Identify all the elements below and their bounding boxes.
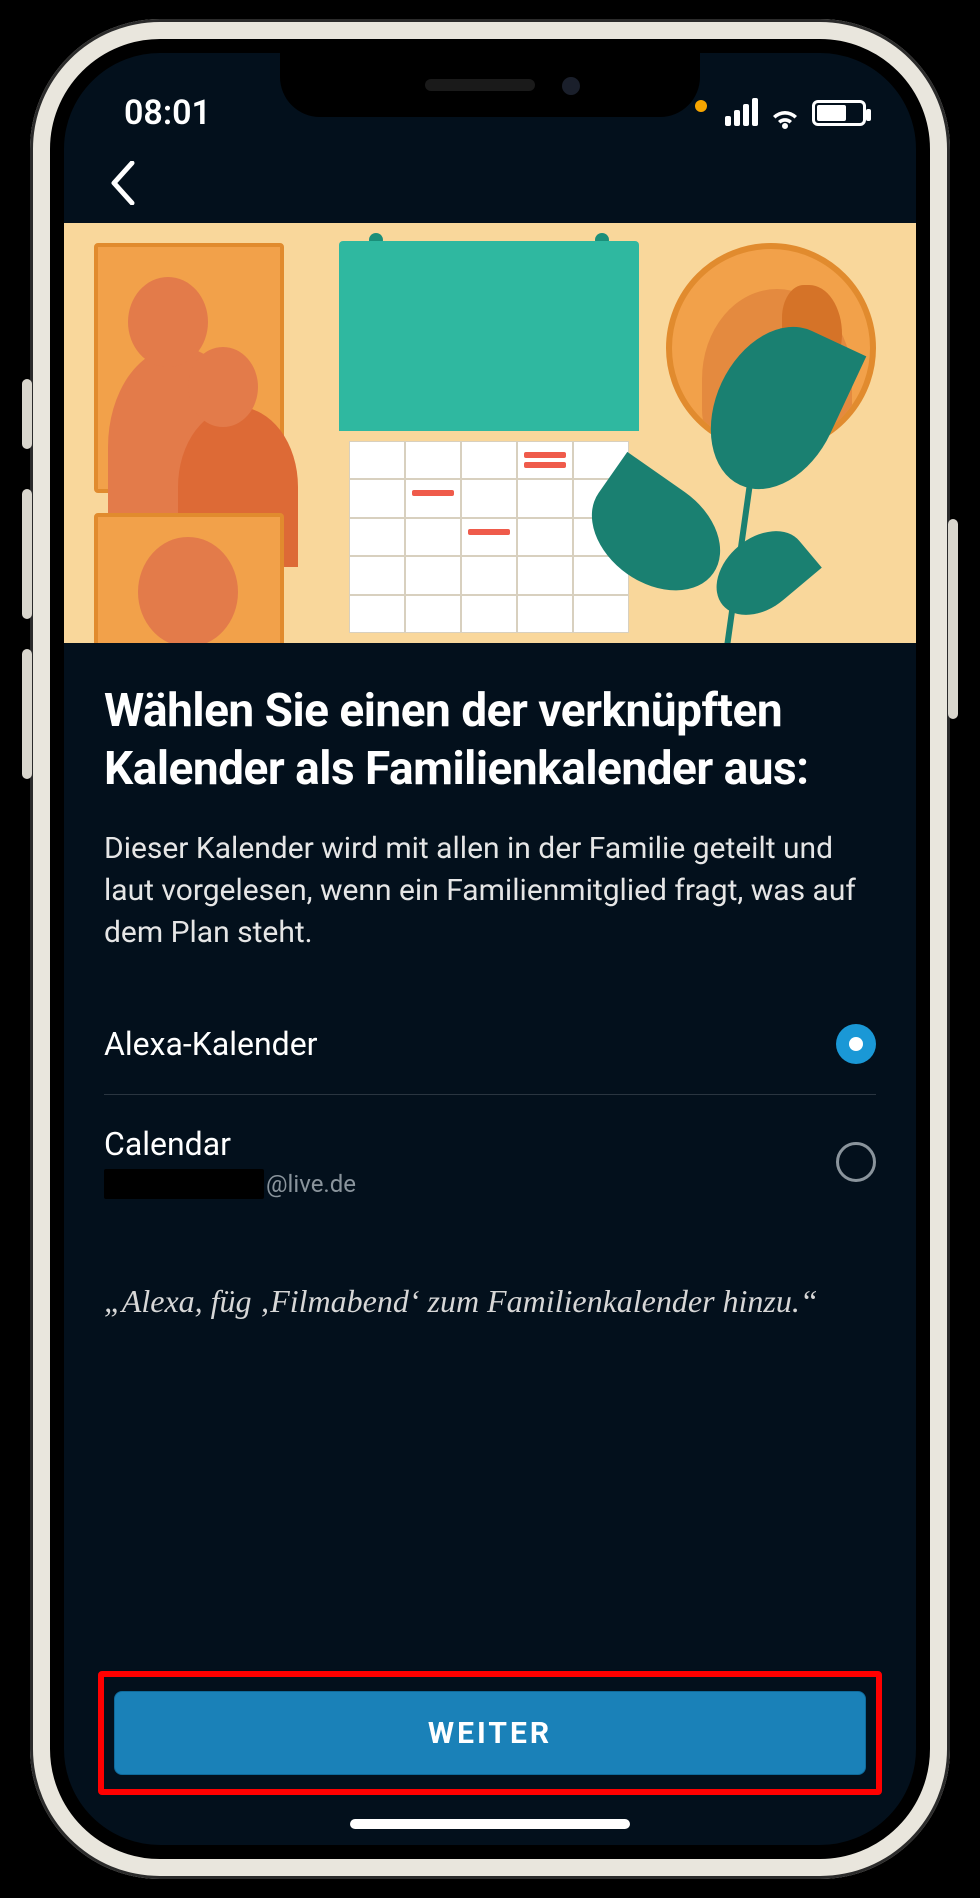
option-alexa-kalender[interactable]: Alexa-Kalender bbox=[104, 994, 876, 1094]
page-title: Wählen Sie einen der verknüpften Kalende… bbox=[104, 683, 876, 798]
power-button bbox=[948, 519, 958, 719]
voice-hint: „Alexa, füg ‚Filmabend‘ zum Familienkale… bbox=[104, 1279, 876, 1324]
nav-bar bbox=[64, 143, 916, 223]
home-indicator[interactable] bbox=[350, 1819, 630, 1829]
radio-selected-icon bbox=[836, 1024, 876, 1064]
redacted-email-user bbox=[104, 1169, 264, 1199]
page-description: Dieser Kalender wird mit allen in der Fa… bbox=[104, 828, 876, 954]
content-area: Wählen Sie einen der verknüpften Kalende… bbox=[64, 643, 916, 1324]
chevron-left-icon bbox=[110, 161, 136, 205]
radio-unselected-icon bbox=[836, 1142, 876, 1182]
device-notch bbox=[280, 53, 700, 117]
volume-up-button bbox=[22, 489, 32, 619]
cellular-signal-icon bbox=[725, 100, 758, 126]
option-label: Alexa-Kalender bbox=[104, 1025, 318, 1063]
tutorial-highlight: WEITER bbox=[98, 1671, 882, 1795]
calendar-options: Alexa-Kalender Calendar @live.de bbox=[104, 994, 876, 1229]
mute-switch bbox=[22, 379, 32, 449]
continue-button-label: WEITER bbox=[428, 1716, 552, 1751]
phone-frame: 08:01 bbox=[30, 19, 950, 1879]
mic-indicator-dot bbox=[695, 100, 707, 112]
bottom-area: WEITER bbox=[64, 1671, 916, 1795]
volume-down-button bbox=[22, 649, 32, 779]
back-button[interactable] bbox=[98, 158, 148, 208]
battery-icon bbox=[812, 100, 866, 126]
continue-button[interactable]: WEITER bbox=[114, 1691, 866, 1775]
wifi-icon bbox=[770, 101, 800, 125]
option-subtitle: @live.de bbox=[104, 1169, 356, 1199]
hero-illustration bbox=[64, 223, 916, 643]
status-time: 08:01 bbox=[124, 93, 211, 133]
screen: 08:01 bbox=[50, 39, 930, 1859]
option-calendar-live[interactable]: Calendar @live.de bbox=[104, 1095, 876, 1229]
option-label: Calendar bbox=[104, 1125, 356, 1163]
